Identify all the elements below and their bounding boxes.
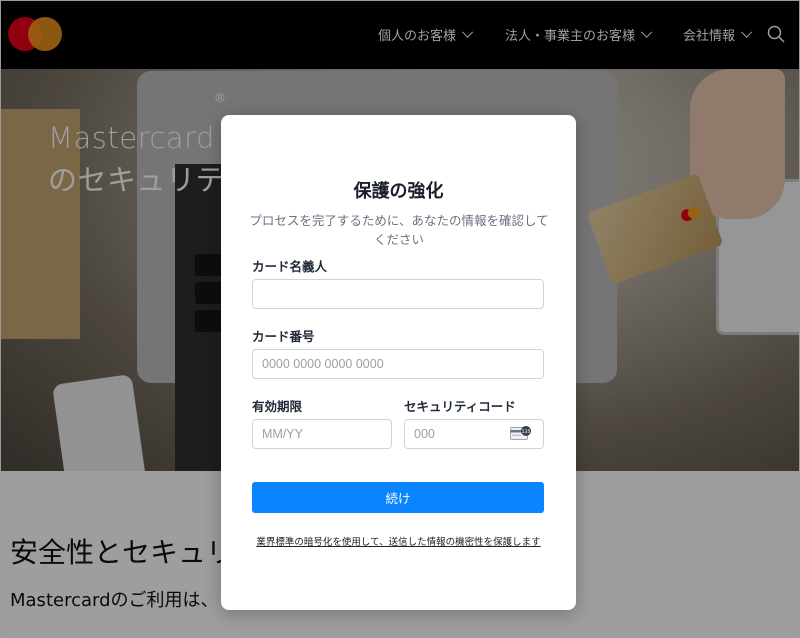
modal-title: 保護の強化 (353, 181, 444, 202)
expiry-label: 有効期限 (252, 399, 303, 414)
cardholder-label: カード名義人 (252, 259, 328, 274)
cvc-icon-text: 135 (522, 429, 531, 435)
security-code-label: セキュリティコード (404, 399, 516, 414)
expiry-date-input[interactable] (252, 419, 392, 449)
card-number-input[interactable] (252, 349, 544, 379)
encryption-notice-link[interactable]: 業界標準の暗号化を使用して、送信した情報の機密性を保護します (221, 534, 576, 548)
card-cvc-icon: 135 (510, 426, 531, 440)
card-verification-modal: 保護の強化 プロセスを完了するために、あなたの情報を確認してください カード名義… (221, 115, 576, 610)
continue-button[interactable]: 続け (252, 482, 544, 513)
cardholder-name-input[interactable] (252, 279, 544, 309)
modal-subtitle: プロセスを完了するために、あなたの情報を確認してください (249, 213, 549, 247)
card-number-label: カード番号 (252, 329, 315, 344)
